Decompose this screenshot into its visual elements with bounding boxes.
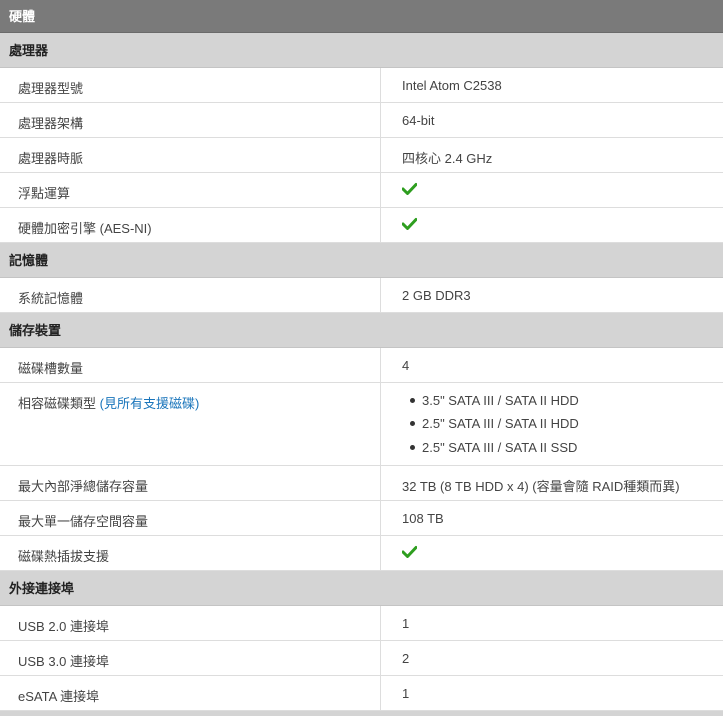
spec-table: 硬體 處理器 處理器型號 Intel Atom C2538 處理器架構 64-b…: [0, 0, 723, 716]
section-divider: [0, 711, 723, 716]
list-item: 2.5" SATA III / SATA II HDD: [402, 416, 723, 439]
spec-label: 最大單一儲存空間容量: [0, 501, 381, 535]
spec-label: 系統記憶體: [0, 278, 381, 312]
spec-value: 32 TB (8 TB HDD x 4) (容量會隨 RAID種類而異): [402, 479, 680, 494]
spec-row-cpu-model: 處理器型號 Intel Atom C2538: [0, 68, 723, 103]
spec-row-fpu: 浮點運算: [0, 173, 723, 208]
spec-label: 硬體加密引擎 (AES-NI): [0, 208, 381, 242]
supported-disks-link[interactable]: (見所有支援磁碟): [100, 396, 200, 411]
spec-row-ram: 系統記憶體 2 GB DDR3: [0, 278, 723, 313]
spec-label: 相容磁碟類型: [18, 396, 97, 411]
disk-type-list: 3.5" SATA III / SATA II HDD 2.5" SATA II…: [402, 393, 723, 463]
spec-label: 處理器時脈: [0, 138, 381, 172]
spec-label: 最大內部淨總儲存容量: [0, 466, 381, 500]
spec-row-esata: eSATA 連接埠 1: [0, 676, 723, 711]
spec-label: 處理器架構: [0, 103, 381, 137]
section-header-ports: 外接連接埠: [0, 571, 723, 606]
spec-label: USB 2.0 連接埠: [0, 606, 381, 640]
spec-value: 2 GB DDR3: [402, 288, 471, 303]
spec-row-disk-types: 相容磁碟類型 (見所有支援磁碟) 3.5" SATA III / SATA II…: [0, 383, 723, 466]
spec-label: 浮點運算: [0, 173, 381, 207]
spec-row-cpu-freq: 處理器時脈 四核心 2.4 GHz: [0, 138, 723, 173]
section-header-memory: 記憶體: [0, 243, 723, 278]
spec-value: 108 TB: [402, 511, 444, 526]
spec-label: eSATA 連接埠: [0, 676, 381, 710]
list-item: 2.5" SATA III / SATA II SSD: [402, 440, 723, 463]
checkmark-icon: [402, 218, 417, 230]
spec-row-usb3: USB 3.0 連接埠 2: [0, 641, 723, 676]
spec-row-single-volume: 最大單一儲存空間容量 108 TB: [0, 501, 723, 536]
spec-label: USB 3.0 連接埠: [0, 641, 381, 675]
spec-value: Intel Atom C2538: [402, 78, 502, 93]
section-header-cpu: 處理器: [0, 33, 723, 68]
spec-row-hotswap: 磁碟熱插拔支援: [0, 536, 723, 571]
spec-value: 4: [402, 358, 410, 373]
spec-label: 磁碟熱插拔支援: [0, 536, 381, 570]
section-header-storage: 儲存裝置: [0, 313, 723, 348]
spec-label: 磁碟槽數量: [0, 348, 381, 382]
checkmark-icon: [402, 546, 417, 558]
spec-value: 2: [402, 651, 410, 666]
spec-label: 處理器型號: [0, 68, 381, 102]
list-item: 3.5" SATA III / SATA II HDD: [402, 393, 723, 416]
spec-row-bays: 磁碟槽數量 4: [0, 348, 723, 383]
spec-row-usb2: USB 2.0 連接埠 1: [0, 606, 723, 641]
checkmark-icon: [402, 183, 417, 195]
spec-row-cpu-arch: 處理器架構 64-bit: [0, 103, 723, 138]
spec-row-capacity: 最大內部淨總儲存容量 32 TB (8 TB HDD x 4) (容量會隨 RA…: [0, 466, 723, 501]
spec-value: 1: [402, 616, 410, 631]
spec-value: 64-bit: [402, 113, 435, 128]
spec-value: 四核心 2.4 GHz: [402, 151, 493, 166]
spec-value: 1: [402, 686, 410, 701]
spec-row-aes: 硬體加密引擎 (AES-NI): [0, 208, 723, 243]
hardware-header: 硬體: [0, 0, 723, 33]
